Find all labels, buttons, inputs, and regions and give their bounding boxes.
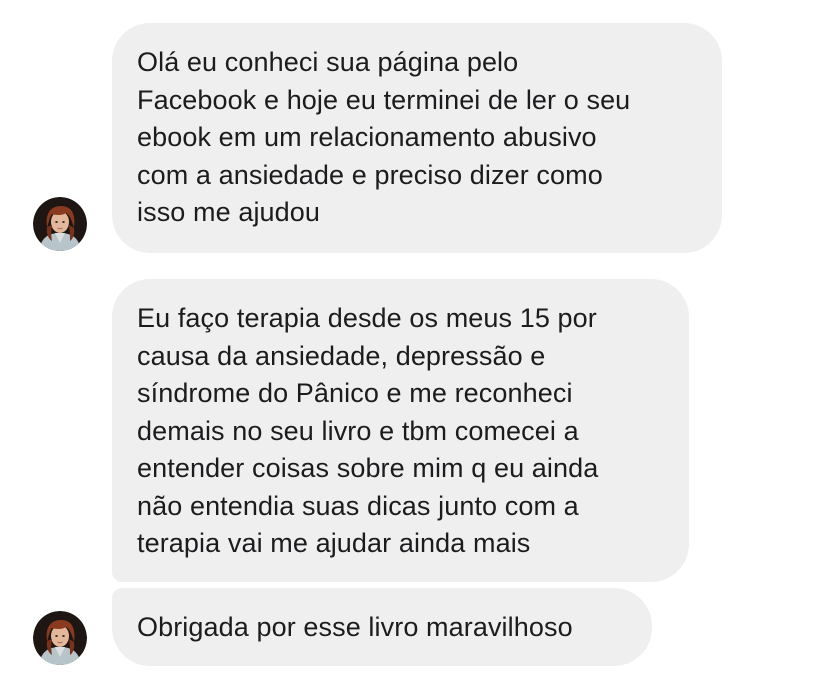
message-bubble[interactable]: Eu faço terapia desde os meus 15 por cau… (112, 279, 689, 582)
message-text-line: Facebook e hoje eu terminei de ler o seu (137, 84, 631, 115)
sender-avatar[interactable] (33, 611, 87, 665)
message-text-line: demais no seu livro e tbm comecei a (137, 415, 579, 446)
sender-avatar[interactable] (33, 197, 87, 251)
message-text-line: isso me ajudou (137, 197, 321, 227)
avatar-icon (33, 197, 87, 251)
message-text-line: com a ansiedade e preciso dizer como (137, 159, 603, 190)
avatar-icon (33, 611, 87, 665)
message-text-line: não entendia suas dicas junto com a (137, 490, 579, 521)
message-text-line: entender coisas sobre mim q eu ainda (137, 453, 599, 483)
message-text-line: ebook em um relacionamento abusivo (137, 122, 597, 152)
message-bubble[interactable]: Olá eu conheci sua página pelo Facebook … (112, 23, 722, 253)
message-text-line: Obrigada por esse livro maravilhoso (137, 612, 573, 642)
message-bubble[interactable]: Obrigada por esse livro maravilhoso (112, 588, 652, 666)
message-text-line: causa da ansiedade, depressão e (137, 340, 546, 371)
message-text-line: terapia vai me ajudar ainda mais (137, 528, 531, 558)
message-text-line: Olá eu conheci sua página pelo (137, 47, 519, 77)
message-text-line: síndrome do Pânico e me reconheci (137, 378, 573, 408)
message-text-line: Eu faço terapia desde os meus 15 por (137, 303, 597, 333)
